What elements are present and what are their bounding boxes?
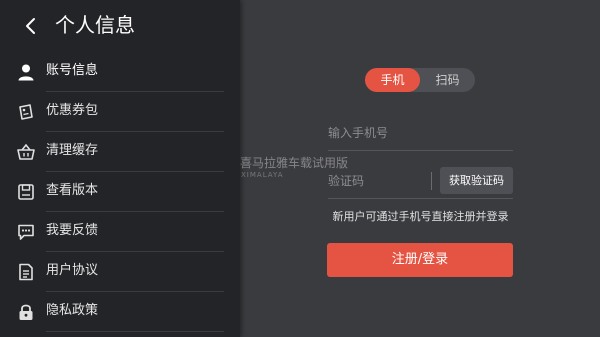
phone-number-input[interactable] bbox=[328, 118, 513, 148]
sidebar-item-coupons[interactable]: 优惠券包 bbox=[0, 92, 240, 132]
version-icon bbox=[18, 184, 34, 200]
sidebar-item-label: 账号信息 bbox=[46, 63, 99, 78]
sidebar-item-account-info[interactable]: 账号信息 bbox=[0, 52, 240, 92]
register-hint: 新用户可通过手机号直接注册并登录 bbox=[332, 210, 509, 223]
watermark-text: 喜马拉雅车载试用版 bbox=[240, 156, 349, 170]
sidebar-item-label: 优惠券包 bbox=[46, 103, 99, 118]
sidebar-item-label: 查看版本 bbox=[46, 183, 99, 198]
feedback-icon bbox=[18, 224, 34, 240]
tab-phone[interactable]: 手机 bbox=[365, 68, 420, 92]
sidebar-item-user-agreement[interactable]: 用户协议 bbox=[0, 252, 240, 292]
sidebar-item-label: 我要反馈 bbox=[46, 223, 99, 238]
divider bbox=[46, 331, 224, 332]
lock-icon bbox=[19, 304, 33, 320]
coupon-icon bbox=[19, 104, 33, 120]
agreement-icon bbox=[19, 263, 33, 281]
divider bbox=[328, 150, 513, 151]
divider bbox=[328, 198, 513, 199]
register-login-button[interactable]: 注册/登录 bbox=[327, 243, 513, 277]
basket-icon bbox=[17, 143, 35, 160]
sidebar: 个人信息 账号信息 优惠券包 清理缓存 查看版本 我要反馈 用户协议 隐私政策 bbox=[0, 0, 240, 337]
sidebar-header: 个人信息 bbox=[0, 0, 240, 52]
sidebar-item-label: 用户协议 bbox=[46, 263, 99, 278]
sidebar-item-label: 隐私政策 bbox=[46, 303, 99, 318]
sidebar-item-label: 清理缓存 bbox=[46, 143, 99, 158]
settings-menu: 账号信息 优惠券包 清理缓存 查看版本 我要反馈 用户协议 隐私政策 bbox=[0, 52, 240, 332]
watermark-brand: XIMALAYA bbox=[241, 171, 284, 179]
page-title: 个人信息 bbox=[55, 13, 135, 37]
sidebar-item-feedback[interactable]: 我要反馈 bbox=[0, 212, 240, 252]
back-chevron-icon[interactable] bbox=[22, 16, 40, 36]
divider bbox=[431, 172, 432, 190]
get-code-button[interactable]: 获取验证码 bbox=[440, 167, 513, 194]
user-icon bbox=[18, 64, 34, 81]
trial-watermark: 喜马拉雅车载试用版 XIMALAYA bbox=[240, 155, 348, 180]
sidebar-item-clear-cache[interactable]: 清理缓存 bbox=[0, 132, 240, 172]
sidebar-item-version[interactable]: 查看版本 bbox=[0, 172, 240, 212]
sidebar-item-privacy-policy[interactable]: 隐私政策 bbox=[0, 292, 240, 332]
login-mode-tabs: 手机 扫码 bbox=[365, 68, 475, 92]
tab-scan[interactable]: 扫码 bbox=[420, 68, 475, 92]
